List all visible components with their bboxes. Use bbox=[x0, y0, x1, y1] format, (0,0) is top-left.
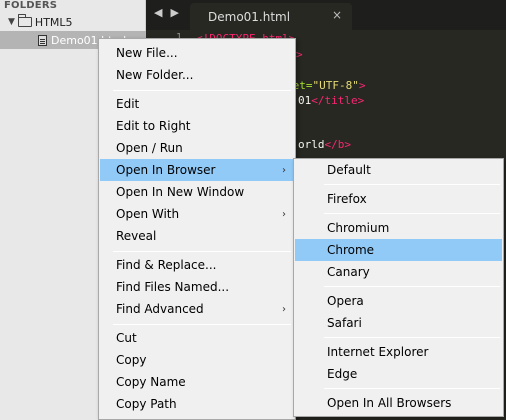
submenu-internet-explorer[interactable]: Internet Explorer bbox=[295, 341, 502, 363]
tab-forward-icon[interactable]: ▶ bbox=[170, 6, 178, 19]
chevron-right-icon: › bbox=[282, 303, 286, 315]
tab-bar: ◀ ▶ Demo01.html × bbox=[146, 0, 506, 30]
tab-label: Demo01.html bbox=[208, 9, 291, 24]
code-line: 01</title> bbox=[298, 94, 365, 107]
submenu-chrome[interactable]: Chrome bbox=[295, 239, 502, 261]
submenu-divider bbox=[324, 184, 500, 185]
menu-edit-to-right[interactable]: Edit to Right bbox=[100, 115, 294, 137]
menu-divider bbox=[113, 324, 291, 325]
submenu-divider bbox=[324, 388, 500, 389]
submenu-canary[interactable]: Canary bbox=[295, 261, 502, 283]
expand-triangle-icon[interactable]: ▼ bbox=[8, 17, 15, 27]
menu-open-in-browser[interactable]: Open In Browser › bbox=[100, 159, 294, 181]
tab-back-icon[interactable]: ◀ bbox=[154, 6, 162, 19]
menu-new-file[interactable]: New File... bbox=[100, 42, 294, 64]
menu-copy-path[interactable]: Copy Path bbox=[100, 393, 294, 415]
context-menu: New File... New Folder... Edit Edit to R… bbox=[98, 38, 296, 420]
submenu-divider bbox=[324, 286, 500, 287]
browser-submenu: Default Firefox Chromium Chrome Canary O… bbox=[293, 158, 504, 417]
menu-new-folder[interactable]: New Folder... bbox=[100, 64, 294, 86]
menu-divider bbox=[113, 90, 291, 91]
submenu-firefox[interactable]: Firefox bbox=[295, 188, 502, 210]
submenu-open-all-browsers[interactable]: Open In All Browsers bbox=[295, 392, 502, 414]
menu-find-replace[interactable]: Find & Replace... bbox=[100, 254, 294, 276]
menu-find-files-named[interactable]: Find Files Named... bbox=[100, 276, 294, 298]
menu-open-in-new-window[interactable]: Open In New Window bbox=[100, 181, 294, 203]
submenu-default[interactable]: Default bbox=[295, 159, 502, 181]
chevron-right-icon: › bbox=[282, 208, 286, 220]
menu-open-with[interactable]: Open With › bbox=[100, 203, 294, 225]
submenu-edge[interactable]: Edge bbox=[295, 363, 502, 385]
code-line: > bbox=[296, 48, 303, 61]
submenu-divider bbox=[324, 337, 500, 338]
folders-header: FOLDERS bbox=[4, 0, 58, 11]
menu-find-advanced[interactable]: Find Advanced › bbox=[100, 298, 294, 320]
menu-copy[interactable]: Copy bbox=[100, 349, 294, 371]
submenu-opera[interactable]: Opera bbox=[295, 290, 502, 312]
submenu-divider bbox=[324, 213, 500, 214]
code-line: orld</b> bbox=[298, 138, 351, 151]
code-line: set="UTF-8"> bbox=[286, 79, 366, 92]
menu-cut[interactable]: Cut bbox=[100, 327, 294, 349]
menu-copy-name[interactable]: Copy Name bbox=[100, 371, 294, 393]
file-icon bbox=[38, 34, 47, 46]
folder-label: HTML5 bbox=[34, 15, 73, 29]
submenu-safari[interactable]: Safari bbox=[295, 312, 502, 334]
chevron-right-icon: › bbox=[282, 164, 286, 176]
tab-demo01[interactable]: Demo01.html × bbox=[190, 3, 352, 30]
menu-divider bbox=[113, 251, 291, 252]
close-icon[interactable]: × bbox=[332, 8, 342, 22]
submenu-chromium[interactable]: Chromium bbox=[295, 217, 502, 239]
folder-html5[interactable]: ▼ HTML5 bbox=[8, 14, 73, 30]
menu-reveal[interactable]: Reveal bbox=[100, 225, 294, 247]
menu-open-run[interactable]: Open / Run bbox=[100, 137, 294, 159]
menu-edit[interactable]: Edit bbox=[100, 93, 294, 115]
tab-nav: ◀ ▶ bbox=[154, 6, 179, 19]
folder-open-icon bbox=[17, 14, 32, 27]
